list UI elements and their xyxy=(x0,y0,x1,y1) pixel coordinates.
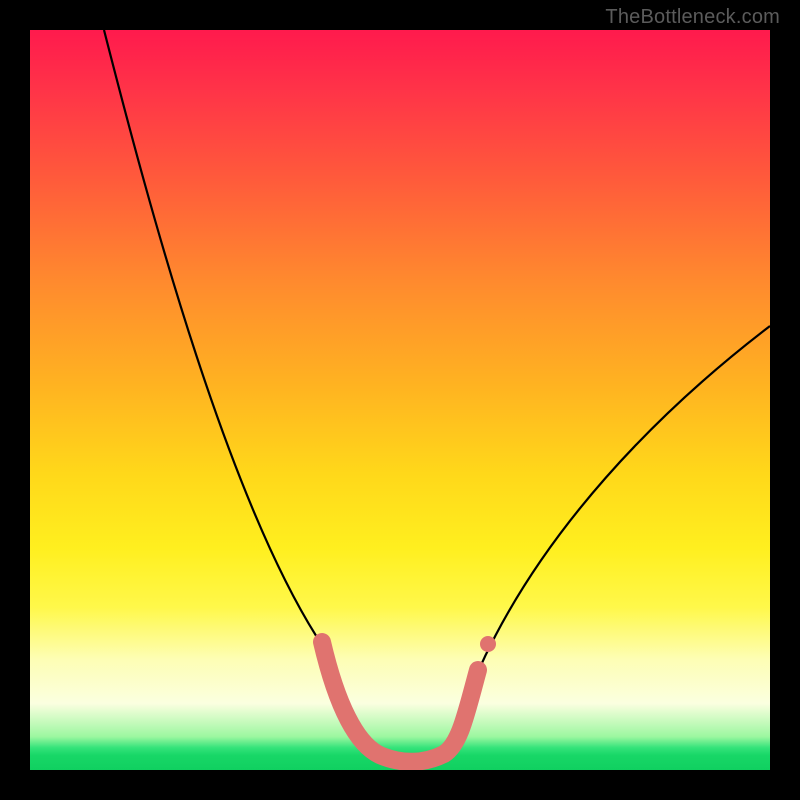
curve-layer xyxy=(30,30,770,770)
watermark-text: TheBottleneck.com xyxy=(605,6,780,29)
plot-area xyxy=(30,30,770,770)
chart-frame: TheBottleneck.com xyxy=(0,0,800,800)
trough-marker-dot xyxy=(480,636,496,652)
bottleneck-curve xyxy=(104,30,770,760)
trough-marker xyxy=(322,642,478,762)
